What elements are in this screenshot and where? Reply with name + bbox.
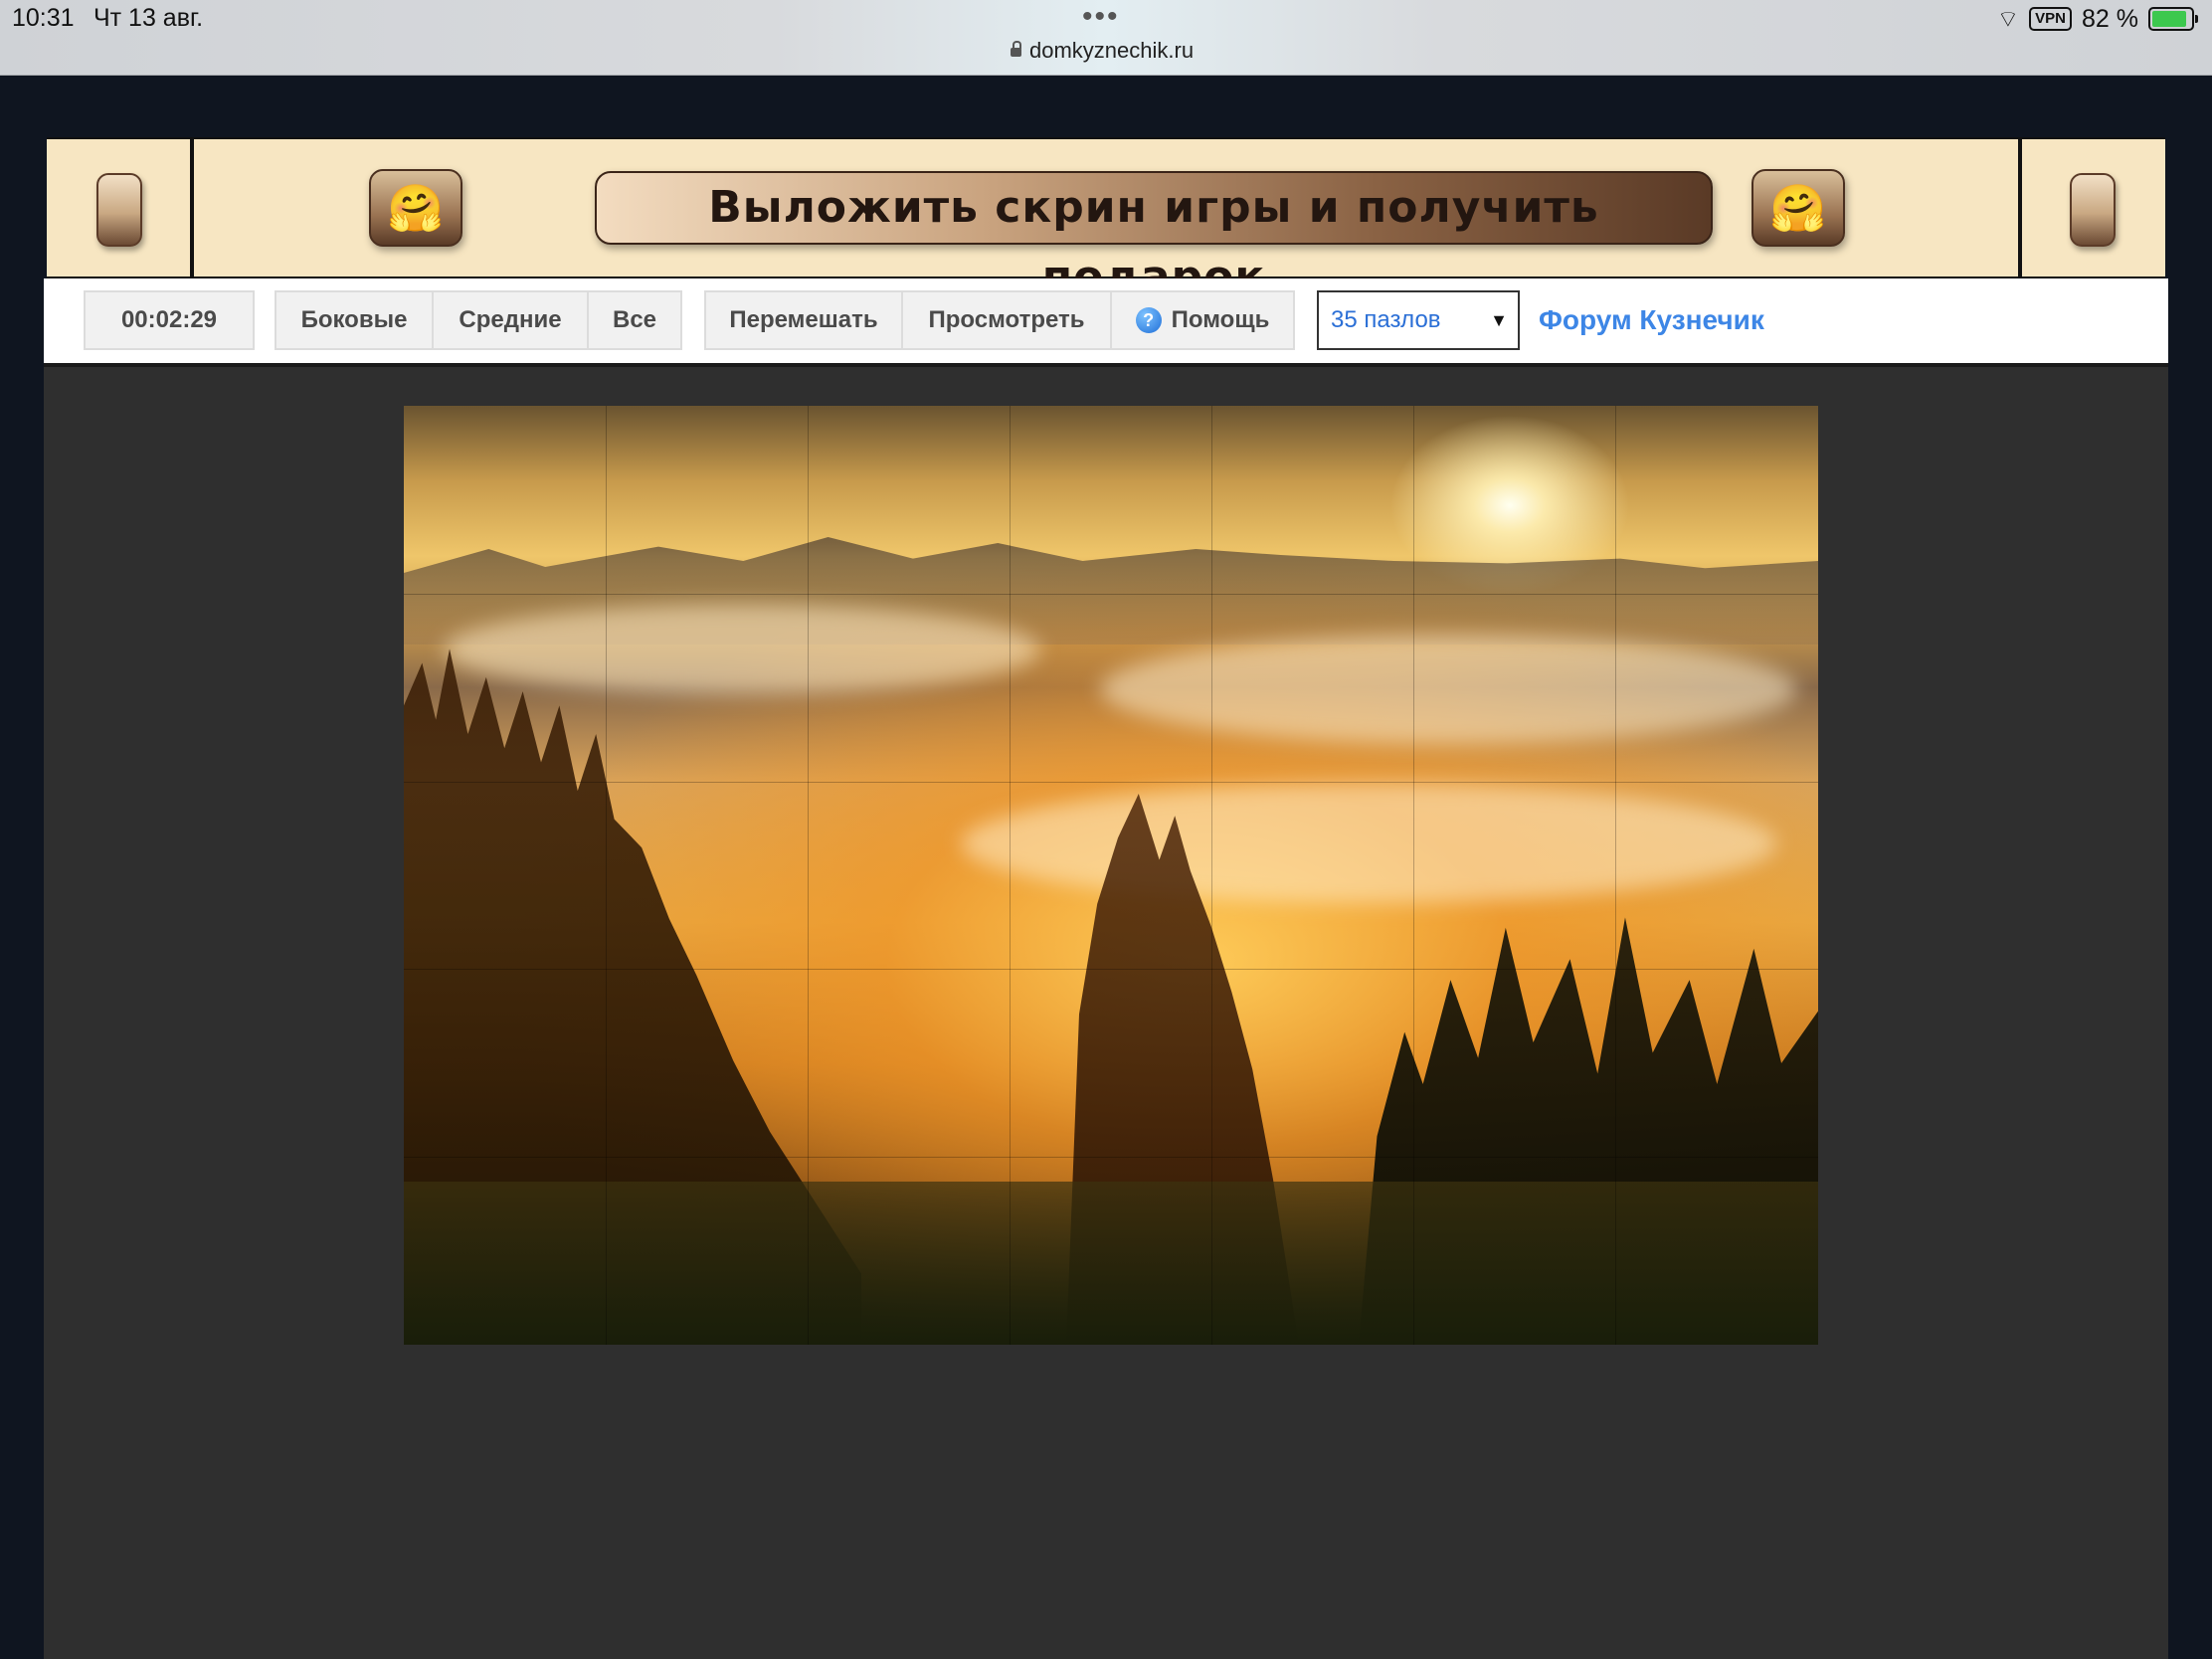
piece-filter-group: Боковые Средние Все bbox=[275, 290, 682, 350]
piece-seam bbox=[404, 1157, 1818, 1158]
decor-pill-right bbox=[2070, 173, 2116, 247]
filter-edges-button[interactable]: Боковые bbox=[276, 292, 434, 348]
address-bar[interactable]: domkyznechik.ru bbox=[1011, 38, 1194, 64]
address-url: domkyznechik.ru bbox=[1029, 38, 1195, 63]
vpn-badge: VPN bbox=[2029, 7, 2073, 31]
wifi-icon: ⌔ bbox=[1996, 6, 2020, 33]
ios-status-bar: 10:31 Чт 13 авг. ••• domkyznechik.ru ⌔ V… bbox=[0, 0, 2212, 76]
promo-banner: 🤗 Выложить скрин игры и получить подарок… bbox=[47, 137, 2165, 302]
piece-seam bbox=[1010, 406, 1011, 1345]
puzzle-image-ground bbox=[404, 1182, 1818, 1345]
hug-emoji-icon[interactable]: 🤗 bbox=[1751, 169, 1845, 247]
status-indicators: ⌔ VPN 82 % bbox=[1996, 4, 2198, 34]
forum-link[interactable]: Форум Кузнечик bbox=[1539, 304, 1764, 336]
clock-time: 10:31 bbox=[12, 4, 75, 32]
puzzle-board[interactable] bbox=[404, 406, 1818, 1345]
hug-emoji-icon[interactable]: 🤗 bbox=[369, 169, 462, 247]
piece-seam bbox=[404, 969, 1818, 970]
piece-seam bbox=[1615, 406, 1616, 1345]
lock-icon bbox=[1011, 41, 1021, 57]
pieces-count-value: 35 пазлов bbox=[1331, 306, 1441, 333]
banner-divider bbox=[190, 139, 194, 276]
puzzle-image-fog bbox=[444, 605, 1040, 694]
puzzle-image-fog bbox=[1100, 635, 1796, 744]
piece-seam bbox=[404, 594, 1818, 595]
puzzle-image-fog bbox=[961, 784, 1776, 903]
dropdown-arrow-icon: ▼ bbox=[1490, 310, 1508, 330]
battery-icon bbox=[2148, 7, 2198, 31]
puzzle-toolbar: 00:02:29 Боковые Средние Все Перемешать … bbox=[44, 278, 2168, 367]
status-date: Чт 13 авг. bbox=[93, 4, 204, 32]
preview-button[interactable]: Просмотреть bbox=[903, 292, 1112, 348]
action-group: Перемешать Просмотреть ? Помощь bbox=[704, 290, 1295, 350]
help-button[interactable]: ? Помощь bbox=[1112, 292, 1293, 348]
battery-percent: 82 % bbox=[2082, 4, 2138, 33]
filter-middle-button[interactable]: Средние bbox=[434, 292, 589, 348]
piece-seam bbox=[1413, 406, 1414, 1345]
timer-display: 00:02:29 bbox=[84, 290, 255, 350]
piece-seam bbox=[1211, 406, 1212, 1345]
decor-pill-left bbox=[96, 173, 142, 247]
filter-all-button[interactable]: Все bbox=[589, 292, 680, 348]
shuffle-button[interactable]: Перемешать bbox=[706, 292, 903, 348]
help-icon: ? bbox=[1135, 307, 1162, 333]
share-screenshot-button[interactable]: Выложить скрин игры и получить подарок bbox=[595, 171, 1713, 302]
more-dots-icon[interactable]: ••• bbox=[1082, 0, 1120, 34]
banner-divider bbox=[2018, 139, 2022, 276]
piece-seam bbox=[808, 406, 809, 1345]
piece-seam bbox=[606, 406, 607, 1345]
pieces-count-select[interactable]: 35 пазлов ▼ bbox=[1317, 290, 1520, 350]
help-label: Помощь bbox=[1171, 306, 1270, 333]
piece-seam bbox=[404, 782, 1818, 783]
